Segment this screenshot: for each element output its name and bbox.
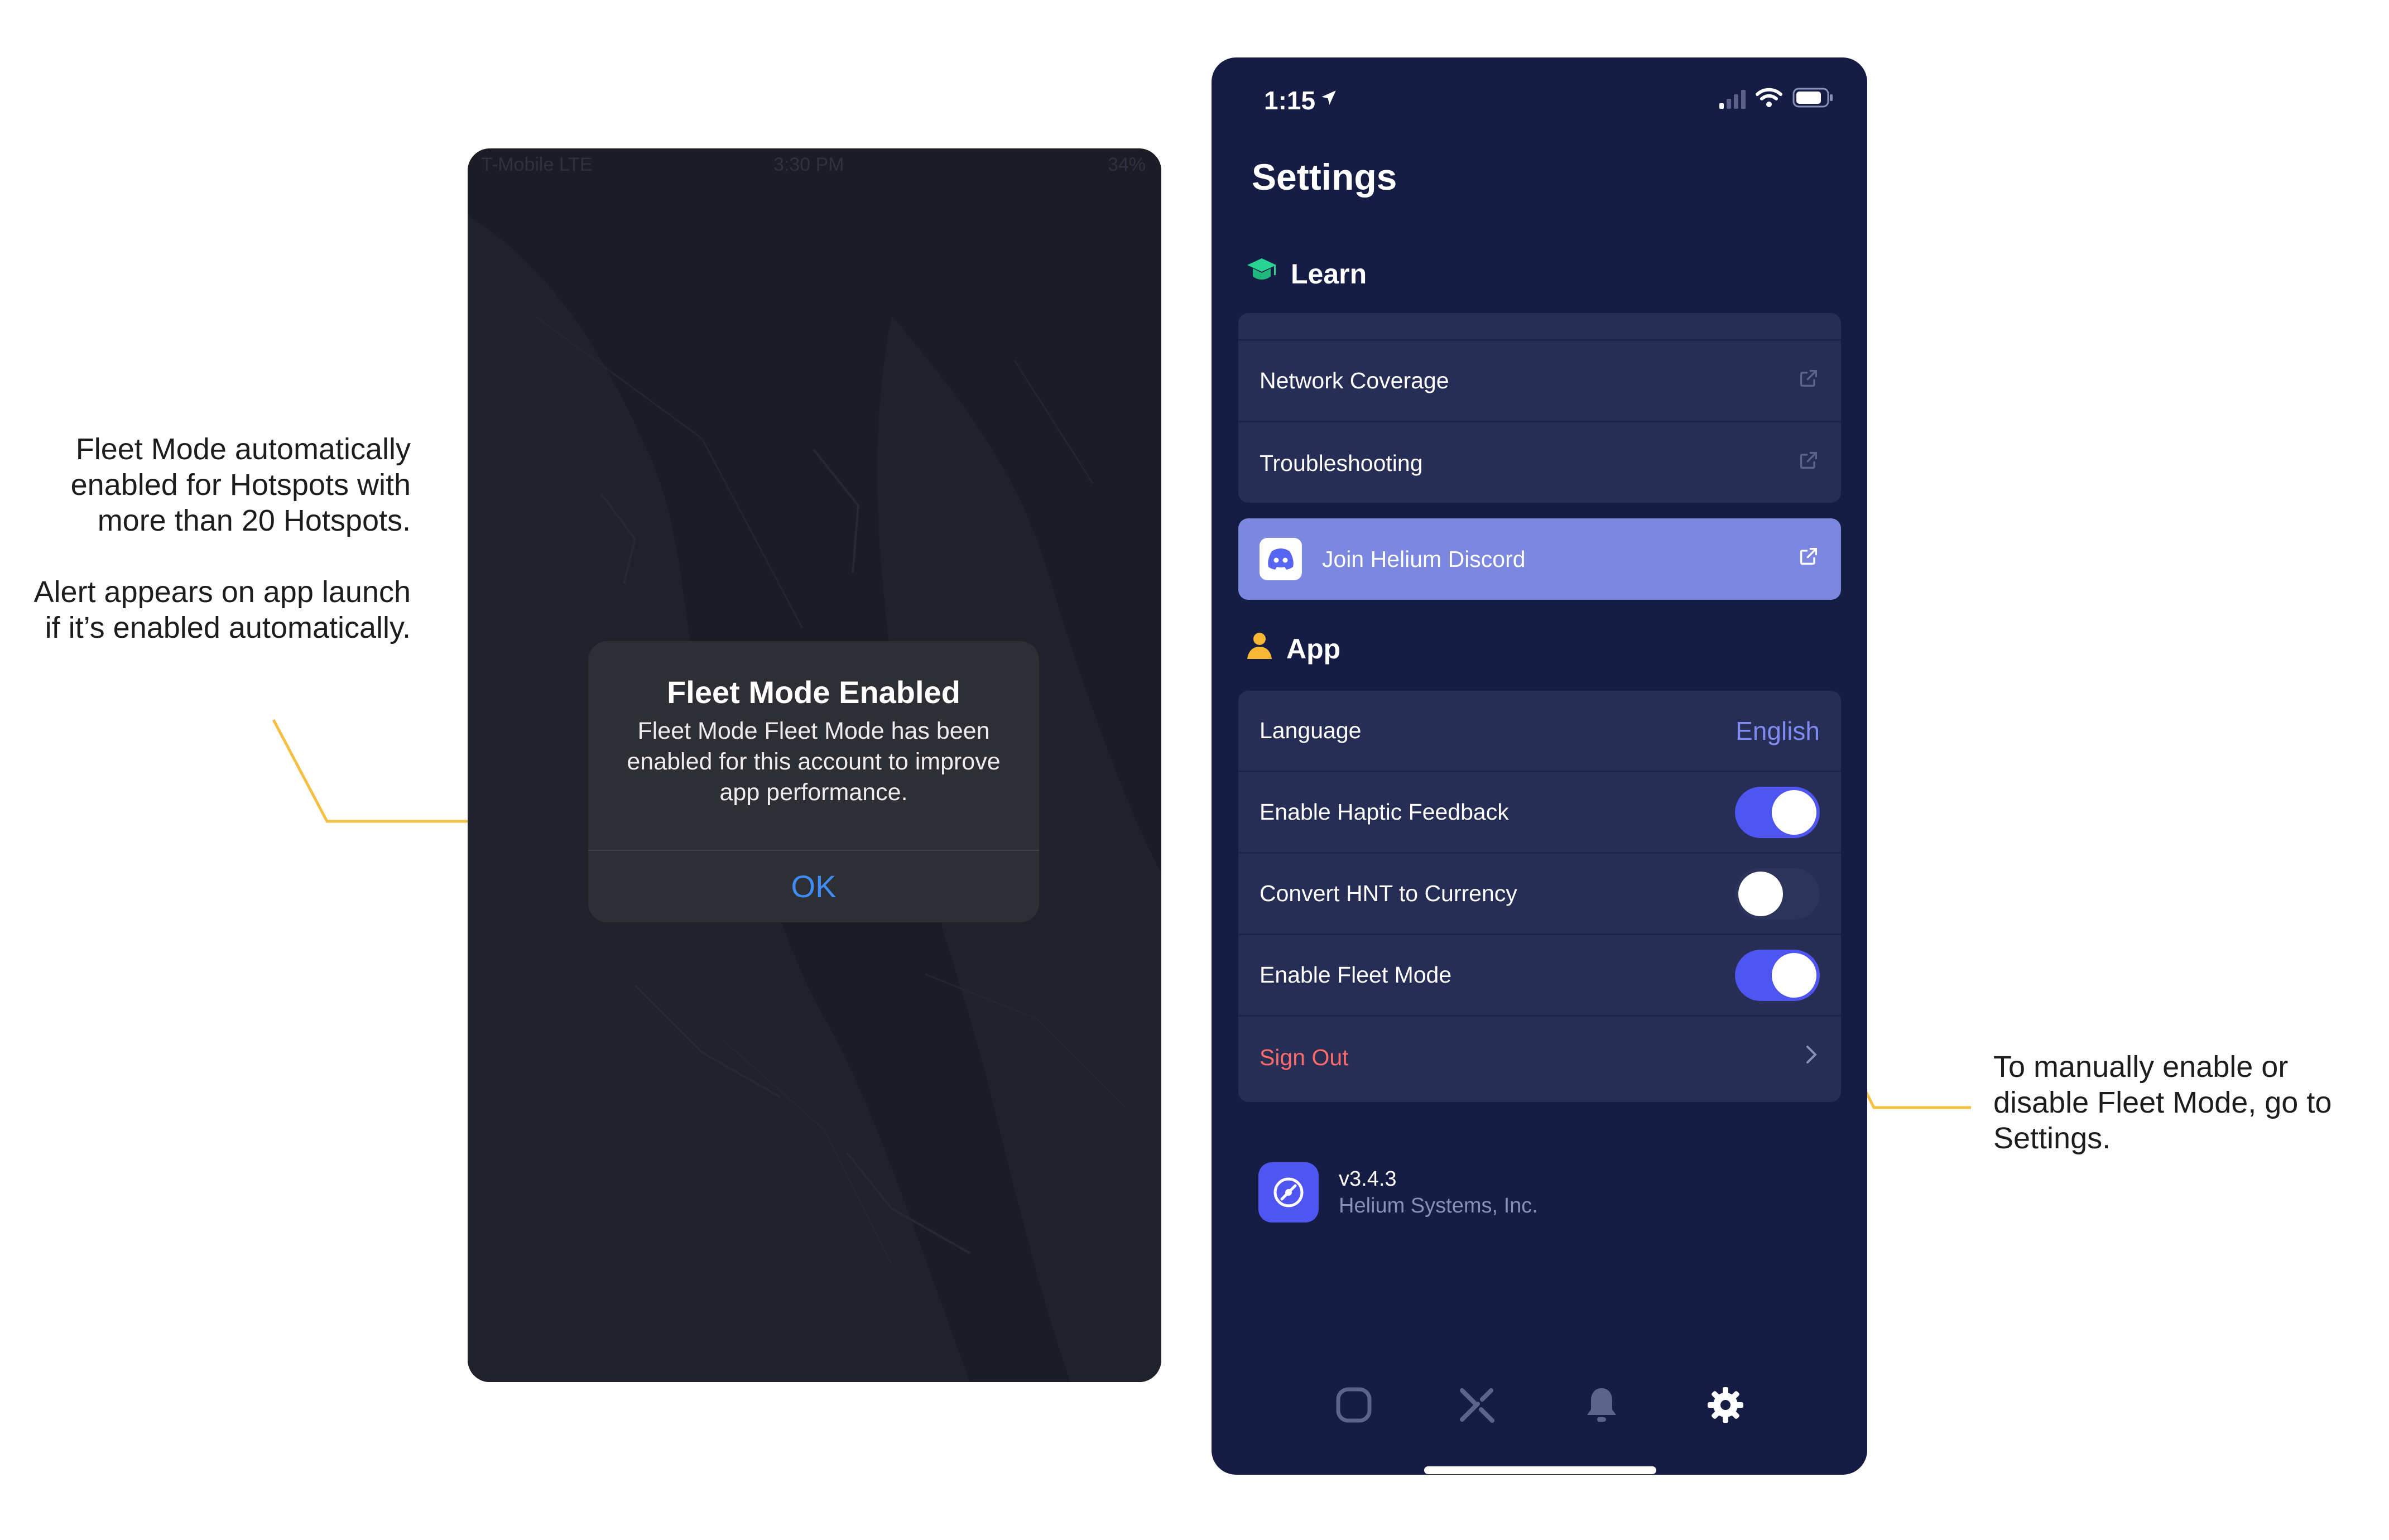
convert-currency-label: Convert HNT to Currency [1260,880,1517,906]
graduation-cap-icon [1246,256,1277,292]
bell-icon [1587,1388,1616,1422]
wifi-icon [1756,88,1782,107]
tab-activity[interactable] [1447,1374,1508,1436]
external-link-icon [1797,367,1820,395]
battery-icon [1792,88,1833,108]
fleet-mode-alert: Fleet Mode Enabled Fleet Mode Fleet Mode… [588,641,1039,922]
network-coverage-row[interactable]: Network Coverage [1238,341,1841,422]
troubleshooting-label: Troubleshooting [1260,450,1423,476]
app-heading-label: App [1286,633,1341,665]
alert-message: Fleet Mode Fleet Mode has been enabled f… [627,718,1001,806]
company-name: Helium Systems, Inc. [1339,1194,1538,1217]
home-indicator[interactable] [1424,1466,1656,1474]
sign-out-label: Sign Out [1260,1044,1349,1070]
convert-currency-row: Convert HNT to Currency [1238,854,1841,935]
hotspots-icon [1336,1387,1372,1423]
battery-percent: 34% [1107,154,1146,175]
tab-hotspots[interactable] [1323,1374,1385,1436]
chevron-right-icon [1803,1043,1820,1071]
fleet-mode-toggle[interactable] [1735,949,1820,1001]
tab-settings[interactable] [1695,1374,1756,1436]
discord-icon [1260,538,1302,580]
haptic-feedback-toggle[interactable] [1735,786,1820,838]
learn-group-top-strip [1238,313,1841,341]
join-discord-label: Join Helium Discord [1322,546,1526,572]
external-link-icon [1797,545,1820,573]
toggle-knob [1772,790,1816,835]
carrier-label: T-Mobile LTE [481,154,593,175]
status-time: 1:15 [1264,86,1316,115]
app-group: Language English Enable Haptic Feedback … [1238,691,1841,1102]
gear-icon [1708,1387,1743,1423]
fleet-alert-screen: T-Mobile LTE 3:30 PM 34% Fleet Mode Enab… [468,148,1161,1382]
convert-currency-toggle[interactable] [1735,868,1820,920]
status-bar: 1:15 [1212,57,1867,130]
join-discord-button[interactable]: Join Helium Discord [1238,518,1841,600]
location-arrow-icon [1321,90,1336,105]
person-icon [1246,631,1273,667]
tab-bar [1212,1374,1867,1436]
activity-icon [1460,1388,1494,1423]
network-coverage-label: Network Coverage [1260,368,1449,393]
fleet-mode-row: Enable Fleet Mode [1238,935,1841,1017]
settings-screen: 1:15 Settings Learn Network Coverage Tro… [1212,57,1867,1475]
alert-ok-button[interactable]: OK [588,851,1039,922]
learn-section-heading: Learn [1246,256,1367,292]
page-title: Settings [1252,156,1397,198]
fleet-mode-label: Enable Fleet Mode [1260,962,1452,988]
alert-title: Fleet Mode Enabled [667,675,960,710]
annotation-connectors [272,719,1971,1109]
troubleshooting-row[interactable]: Troubleshooting [1238,422,1841,503]
toggle-knob [1738,871,1783,916]
external-link-icon [1797,449,1820,477]
language-value[interactable]: English [1736,716,1820,746]
haptic-feedback-row: Enable Haptic Feedback [1238,772,1841,854]
haptic-feedback-label: Enable Haptic Feedback [1260,799,1509,825]
status-time: 3:30 PM [773,154,844,175]
learn-group: Network Coverage Troubleshooting [1238,313,1841,503]
app-section-heading: App [1246,631,1340,667]
learn-heading-label: Learn [1291,258,1367,290]
cellular-signal-icon [1719,90,1746,109]
tab-notifications[interactable] [1571,1374,1632,1436]
status-bar: T-Mobile LTE 3:30 PM 34% [468,148,1161,182]
sign-out-row[interactable]: Sign Out [1238,1017,1841,1098]
app-version-info: v3.4.3 Helium Systems, Inc. [1258,1162,1538,1223]
toggle-knob [1772,952,1816,998]
app-version: v3.4.3 [1339,1167,1397,1191]
language-row[interactable]: Language English [1238,691,1841,772]
helium-logo-icon [1258,1162,1319,1223]
language-label: Language [1260,718,1362,743]
